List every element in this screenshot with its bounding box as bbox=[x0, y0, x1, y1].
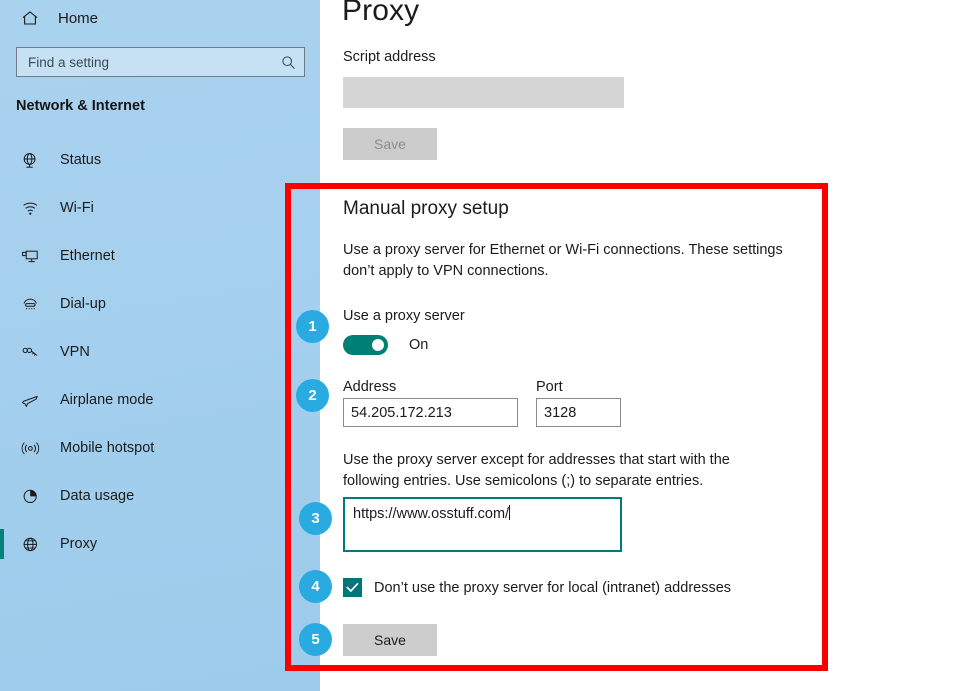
use-proxy-server-toggle[interactable] bbox=[343, 335, 388, 355]
address-label: Address bbox=[343, 379, 397, 395]
script-save-button[interactable]: Save bbox=[343, 128, 437, 160]
address-input[interactable] bbox=[343, 398, 518, 427]
exceptions-description: Use the proxy server except for addresse… bbox=[343, 452, 730, 489]
sidebar-item-label: Wi-Fi bbox=[60, 200, 94, 216]
sidebar-item-label: Data usage bbox=[60, 488, 135, 504]
sidebar-item-home[interactable]: Home bbox=[16, 0, 98, 36]
sidebar-item-dial-up[interactable]: Dial-up bbox=[0, 280, 320, 328]
manual-proxy-setup-heading: Manual proxy setup bbox=[343, 198, 509, 219]
sidebar-item-label: Mobile hotspot bbox=[60, 440, 155, 456]
vpn-key-icon bbox=[20, 342, 40, 362]
sidebar-home-label: Home bbox=[58, 9, 99, 27]
sidebar-item-label: Status bbox=[60, 152, 102, 168]
sidebar-item-proxy[interactable]: Proxy bbox=[0, 520, 320, 568]
step-badge-4: 4 bbox=[299, 570, 332, 603]
port-label: Port bbox=[536, 379, 563, 395]
search-input[interactable]: Find a setting bbox=[16, 47, 305, 77]
sidebar-item-label: Proxy bbox=[60, 536, 98, 552]
script-address-label: Script address bbox=[343, 49, 436, 65]
sidebar-item-data-usage[interactable]: Data usage bbox=[0, 472, 320, 520]
toggle-knob bbox=[372, 339, 384, 351]
search-placeholder: Find a setting bbox=[28, 54, 110, 70]
sidebar-item-label: Ethernet bbox=[60, 248, 115, 264]
globe-icon bbox=[20, 534, 40, 554]
bypass-local-row[interactable]: Don’t use the proxy server for local (in… bbox=[343, 578, 731, 597]
sidebar-item-vpn[interactable]: VPN bbox=[0, 328, 320, 376]
manual-proxy-description: Use a proxy server for Ethernet or Wi-Fi… bbox=[343, 242, 783, 279]
script-address-input[interactable] bbox=[343, 77, 624, 108]
bypass-local-checkbox[interactable] bbox=[343, 578, 362, 597]
dialup-modem-icon bbox=[20, 294, 40, 314]
sidebar-nav-list: Status Wi-Fi Ethernet Dial-up VPN Airpla… bbox=[0, 136, 320, 568]
search-icon bbox=[280, 52, 296, 72]
wifi-icon bbox=[20, 198, 40, 218]
proxy-settings-page: Proxy Script address Save Manual proxy s… bbox=[320, 0, 972, 691]
sidebar-item-mobile-hotspot[interactable]: Mobile hotspot bbox=[0, 424, 320, 472]
step-badge-5: 5 bbox=[299, 623, 332, 656]
port-input[interactable] bbox=[536, 398, 621, 427]
step-badge-1: 1 bbox=[296, 310, 329, 343]
manual-proxy-save-button[interactable]: Save bbox=[343, 624, 437, 656]
page-title: Proxy bbox=[342, 0, 420, 27]
settings-sidebar: Home Find a setting Network & Internet S… bbox=[0, 0, 320, 691]
airplane-icon bbox=[20, 390, 40, 410]
step-badge-2: 2 bbox=[296, 379, 329, 412]
pie-chart-icon bbox=[20, 486, 40, 506]
globe-network-icon bbox=[20, 150, 40, 170]
sidebar-item-label: Airplane mode bbox=[60, 392, 154, 408]
sidebar-item-wifi[interactable]: Wi-Fi bbox=[0, 184, 320, 232]
sidebar-item-airplane-mode[interactable]: Airplane mode bbox=[0, 376, 320, 424]
bypass-local-label: Don’t use the proxy server for local (in… bbox=[374, 579, 732, 596]
sidebar-section-title: Network & Internet bbox=[16, 98, 145, 114]
use-proxy-server-label: Use a proxy server bbox=[343, 308, 465, 324]
sidebar-item-label: Dial-up bbox=[60, 296, 106, 312]
home-icon bbox=[20, 8, 40, 28]
step-badge-3: 3 bbox=[299, 502, 332, 535]
text-cursor bbox=[509, 505, 511, 520]
sidebar-item-label: VPN bbox=[60, 344, 90, 360]
exceptions-value: https://www.osstuff.com/ bbox=[353, 506, 510, 522]
toggle-state-label: On bbox=[409, 337, 429, 353]
exceptions-textarea[interactable]: https://www.osstuff.com/ bbox=[343, 497, 622, 552]
sidebar-item-ethernet[interactable]: Ethernet bbox=[0, 232, 320, 280]
sidebar-item-status[interactable]: Status bbox=[0, 136, 320, 184]
use-proxy-server-toggle-row: On bbox=[343, 335, 428, 355]
ethernet-icon bbox=[20, 246, 40, 266]
hotspot-icon bbox=[20, 438, 40, 458]
